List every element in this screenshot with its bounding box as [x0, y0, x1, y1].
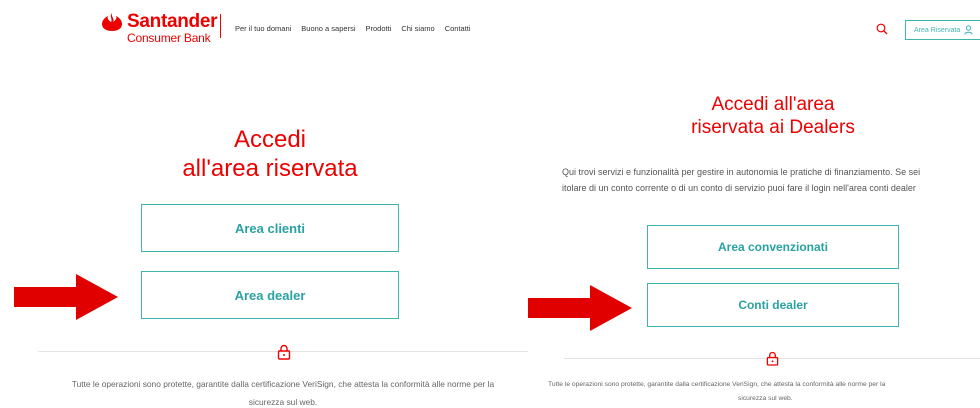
area-dealer-button[interactable]: Area dealer [141, 271, 399, 319]
nav-item-prodotti[interactable]: Prodotti [365, 24, 391, 33]
nav-item-chi-siamo[interactable]: Chi siamo [401, 24, 434, 33]
left-screenshot: Santander Consumer Bank Per il tuo doman… [0, 0, 528, 408]
logo-sub: Consumer Bank [127, 31, 211, 45]
security-footer: Tutte le operazioni sono protette, garan… [548, 378, 980, 406]
user-icon [964, 25, 973, 35]
title-line-2: riservata ai Dealers [691, 116, 855, 138]
footer-line-1: Tutte le operazioni sono protette, garan… [71, 379, 495, 389]
dealers-description: Qui trovi servizi e funzionalità per ges… [562, 164, 920, 196]
footer-line-2: sicurezza sul web. [738, 395, 793, 402]
title-line-2: all'area riservata [182, 154, 358, 182]
desc-line-1: Qui trovi servizi e funzionalità per ges… [562, 167, 921, 177]
search-icon[interactable] [876, 23, 888, 35]
nav-item-contatti[interactable]: Contatti [445, 24, 471, 33]
security-footer: Tutte le operazioni sono protette, garan… [28, 375, 528, 408]
flame-logo-icon [102, 13, 122, 31]
arrow-icon [528, 285, 632, 331]
title-line-1: Accedi all'area [711, 94, 835, 115]
logo-brand: Santander [127, 11, 218, 32]
header-divider [220, 14, 221, 38]
lock-icon [766, 351, 779, 366]
arrow-icon [14, 274, 118, 320]
conti-dealer-button[interactable]: Conti dealer [647, 283, 899, 327]
nav-item-per-il-tuo-domani[interactable]: Per il tuo domani [235, 24, 291, 33]
right-screenshot: Area Riservata Accedi all'area riservata… [528, 0, 980, 408]
footer-line-1: Tutte le operazioni sono protette, garan… [548, 381, 886, 388]
page-title: Accedi all'area riservata [140, 126, 400, 184]
area-clienti-button[interactable]: Area clienti [141, 204, 399, 252]
dealers-title: Accedi all'area riservata ai Dealers [648, 94, 898, 140]
lock-icon [277, 344, 291, 360]
title-line-1: Accedi [233, 126, 307, 153]
area-riservata-label: Area Riservata [914, 26, 961, 34]
main-nav: Per il tuo domani Buono a sapersi Prodot… [235, 24, 471, 33]
area-riservata-button[interactable]: Area Riservata [905, 20, 980, 40]
footer-line-2: sicurezza sul web. [248, 397, 318, 407]
desc-line-2: itolare di un conto corrente o di un con… [562, 183, 916, 193]
area-convenzionati-button[interactable]: Area convenzionati [647, 225, 899, 269]
nav-item-buono-a-sapersi[interactable]: Buono a sapersi [301, 24, 355, 33]
santander-logo[interactable]: Santander Consumer Bank [100, 11, 218, 45]
